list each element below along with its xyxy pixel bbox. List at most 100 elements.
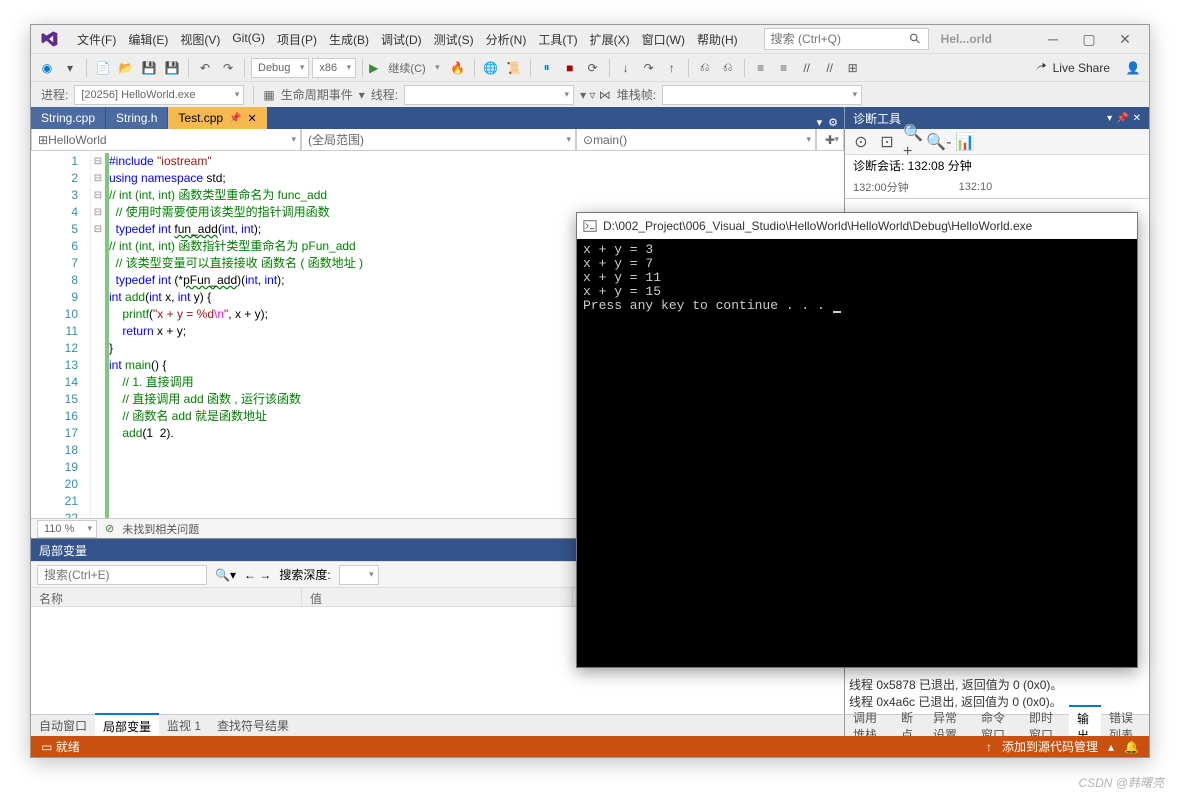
zoom-in-icon[interactable]: 🔍+ bbox=[903, 132, 923, 152]
record-icon[interactable]: ⊙ bbox=[851, 132, 871, 152]
console-title-label: D:\002_Project\006_Visual_Studio\HelloWo… bbox=[603, 219, 1032, 233]
bell-icon[interactable]: 🔔 bbox=[1124, 740, 1139, 754]
indent-icon[interactable]: ≡ bbox=[751, 58, 771, 78]
step-over-icon[interactable]: ↷ bbox=[639, 58, 659, 78]
panel-title: 局部变量 bbox=[39, 542, 87, 559]
close-icon[interactable]: ✕ bbox=[1133, 113, 1141, 124]
toolbar-icon[interactable]: ⎌ bbox=[718, 58, 738, 78]
menu-item[interactable]: 扩展(X) bbox=[584, 27, 636, 52]
scope-combo[interactable]: (全局范围) bbox=[301, 129, 576, 151]
stackframe-combo[interactable] bbox=[662, 85, 862, 105]
step-out-icon[interactable]: ↑ bbox=[662, 58, 682, 78]
no-issues-label: 未找到相关问题 bbox=[122, 521, 199, 537]
dropdown-icon[interactable]: ▾ bbox=[60, 58, 80, 78]
scm-label[interactable]: 添加到源代码管理 bbox=[1002, 738, 1098, 755]
dropdown-icon[interactable]: ▾ bbox=[1107, 113, 1112, 124]
select-icon[interactable]: ⊡ bbox=[877, 132, 897, 152]
solution-name: Hel...orld bbox=[941, 32, 992, 46]
menu-item[interactable]: 调试(D) bbox=[375, 27, 428, 52]
panel-tab[interactable]: 监视 1 bbox=[159, 714, 209, 737]
tabs-tools: ▾ ⚙ bbox=[811, 116, 844, 129]
nav-bar: ⊞ HelloWorld (全局范围) ⊙ main() ✚ bbox=[31, 129, 844, 151]
panel-tab[interactable]: 自动窗口 bbox=[31, 714, 95, 737]
menu-item[interactable]: Git(G) bbox=[226, 27, 271, 52]
split-icon[interactable]: ✚ bbox=[816, 129, 844, 151]
new-icon[interactable]: 📄 bbox=[93, 58, 113, 78]
file-tab[interactable]: Test.cpp📌✕ bbox=[168, 107, 266, 129]
pin-icon[interactable]: 📌 bbox=[1116, 113, 1128, 124]
fold-gutter[interactable]: ⊟⊟⊟⊟⊟ bbox=[91, 151, 105, 518]
menu-items: 文件(F)编辑(E)视图(V)Git(G)项目(P)生成(B)调试(D)测试(S… bbox=[71, 27, 744, 52]
minimize-button[interactable]: ─ bbox=[1035, 27, 1071, 51]
diag-timeline[interactable]: 132:00分钟132:10 bbox=[845, 175, 1149, 199]
file-tab[interactable]: String.cpp bbox=[31, 107, 105, 129]
uncomment-icon[interactable]: // bbox=[820, 58, 840, 78]
menu-item[interactable]: 测试(S) bbox=[428, 27, 480, 52]
zoom-out-icon[interactable]: 🔍- bbox=[929, 132, 949, 152]
script-icon[interactable]: 📜 bbox=[504, 58, 524, 78]
menu-item[interactable]: 生成(B) bbox=[323, 27, 375, 52]
close-button[interactable]: ✕ bbox=[1107, 27, 1143, 51]
platform-combo[interactable]: x86 bbox=[312, 58, 356, 78]
bookmark-icon[interactable]: ⊞ bbox=[843, 58, 863, 78]
upload-icon: ↑ bbox=[986, 740, 992, 754]
restart-icon[interactable]: ⟳ bbox=[583, 58, 603, 78]
console-icon bbox=[583, 219, 597, 233]
file-tabs: String.cppString.hTest.cpp📌✕ ▾ ⚙ bbox=[31, 107, 844, 129]
hot-reload-icon[interactable]: 🔥 bbox=[448, 58, 468, 78]
back-icon[interactable]: ◉ bbox=[37, 58, 57, 78]
zoom-combo[interactable]: 110 % bbox=[37, 520, 97, 538]
func-combo[interactable]: ⊙ main() bbox=[576, 129, 816, 151]
menu-item[interactable]: 分析(N) bbox=[480, 27, 533, 52]
comment-icon[interactable]: // bbox=[797, 58, 817, 78]
panel-tab[interactable]: 局部变量 bbox=[95, 713, 159, 738]
thread-combo[interactable] bbox=[404, 85, 574, 105]
main-toolbar: ◉ ▾ 📄 📂 💾 💾 ↶ ↷ Debug x86 ▶ 继续(C) 🔥 🌐 📜 … bbox=[31, 53, 1149, 81]
save-icon[interactable]: 💾 bbox=[139, 58, 159, 78]
menu-item[interactable]: 窗口(W) bbox=[636, 27, 691, 52]
thread-label: 线程: bbox=[371, 86, 398, 103]
account-icon[interactable]: 👤 bbox=[1123, 58, 1143, 78]
menu-item[interactable]: 帮助(H) bbox=[691, 27, 744, 52]
menu-item[interactable]: 文件(F) bbox=[71, 27, 122, 52]
column-header[interactable]: 值 bbox=[302, 588, 573, 606]
undo-icon[interactable]: ↶ bbox=[195, 58, 215, 78]
locals-search-input[interactable] bbox=[37, 565, 207, 585]
config-combo[interactable]: Debug bbox=[251, 58, 309, 78]
search-box[interactable] bbox=[764, 28, 929, 50]
project-combo[interactable]: ⊞ HelloWorld bbox=[31, 129, 301, 151]
stackframe-label: 堆栈帧: bbox=[617, 86, 656, 103]
search-input[interactable] bbox=[771, 32, 909, 46]
file-tab[interactable]: String.h bbox=[106, 107, 167, 129]
process-combo[interactable]: [20256] HelloWorld.exe bbox=[74, 85, 244, 105]
menu-item[interactable]: 视图(V) bbox=[174, 27, 226, 52]
status-ready: 就绪 bbox=[56, 738, 80, 755]
menu-item[interactable]: 编辑(E) bbox=[122, 27, 174, 52]
line-gutter: 12345678910111213141516171819202122 bbox=[31, 151, 91, 518]
chart-icon[interactable]: 📊 bbox=[955, 132, 975, 152]
search-icon[interactable]: 🔍▾ bbox=[215, 568, 236, 582]
open-icon[interactable]: 📂 bbox=[116, 58, 136, 78]
live-share-button[interactable]: Live Share bbox=[1023, 61, 1120, 75]
console-body: x + y = 3 x + y = 7 x + y = 11 x + y = 1… bbox=[577, 239, 1137, 317]
dropdown-icon[interactable]: ▾ bbox=[817, 116, 823, 129]
redo-icon[interactable]: ↷ bbox=[218, 58, 238, 78]
continue-button[interactable]: 继续(C) bbox=[381, 58, 444, 78]
column-header[interactable]: 名称 bbox=[31, 588, 302, 606]
maximize-button[interactable]: ▢ bbox=[1071, 27, 1107, 51]
menu-bar: 文件(F)编辑(E)视图(V)Git(G)项目(P)生成(B)调试(D)测试(S… bbox=[31, 25, 1149, 53]
pause-icon[interactable]: ⏸ bbox=[537, 58, 557, 78]
menu-item[interactable]: 工具(T) bbox=[532, 27, 583, 52]
save-all-icon[interactable]: 💾 bbox=[162, 58, 182, 78]
gear-icon[interactable]: ⚙ bbox=[828, 116, 838, 129]
menu-item[interactable]: 项目(P) bbox=[271, 27, 323, 52]
step-into-icon[interactable]: ↓ bbox=[616, 58, 636, 78]
browser-icon[interactable]: 🌐 bbox=[481, 58, 501, 78]
console-window[interactable]: D:\002_Project\006_Visual_Studio\HelloWo… bbox=[576, 212, 1138, 668]
panel-tab[interactable]: 查找符号结果 bbox=[209, 714, 297, 737]
console-titlebar[interactable]: D:\002_Project\006_Visual_Studio\HelloWo… bbox=[577, 213, 1137, 239]
depth-combo[interactable] bbox=[339, 565, 379, 585]
stop-icon[interactable]: ■ bbox=[560, 58, 580, 78]
outdent-icon[interactable]: ≡ bbox=[774, 58, 794, 78]
toolbar-icon[interactable]: ⎌ bbox=[695, 58, 715, 78]
